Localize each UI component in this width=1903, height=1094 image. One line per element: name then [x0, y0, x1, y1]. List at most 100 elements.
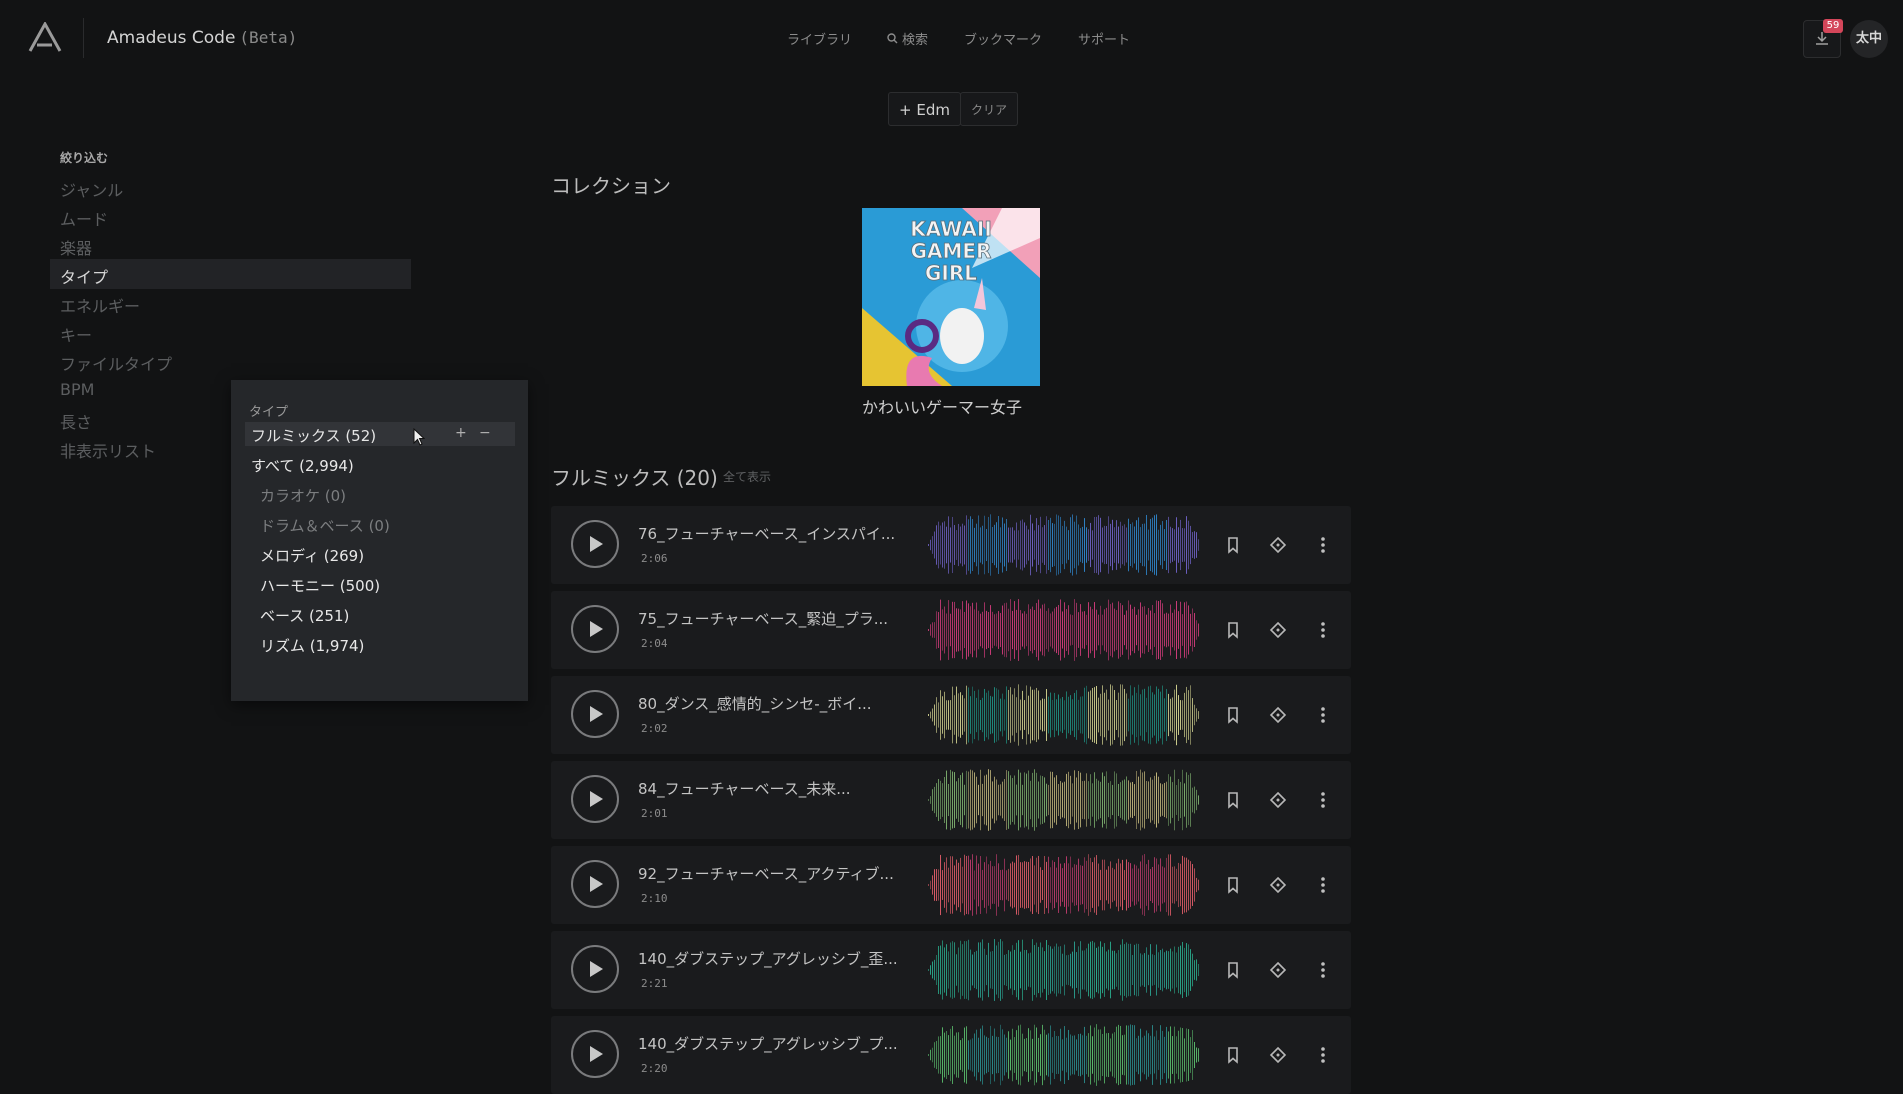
clear-filters-button[interactable]: クリア: [960, 92, 1019, 126]
track-title[interactable]: 80_ダンス_感情的_シンセ-_ボイ...: [638, 693, 872, 714]
more-vertical-icon: [1321, 537, 1325, 553]
bookmark-button[interactable]: [1222, 1044, 1244, 1066]
more-vertical-icon: [1321, 792, 1325, 808]
nav-library[interactable]: ライブラリ: [787, 29, 852, 48]
more-options-button[interactable]: [1312, 789, 1334, 811]
more-vertical-icon: [1321, 962, 1325, 978]
track-duration: 2:10: [641, 892, 668, 905]
track-duration: 2:02: [641, 722, 668, 735]
play-button[interactable]: [571, 605, 619, 653]
track-title[interactable]: 84_フューチャーベース_未来...: [638, 778, 851, 799]
collection-name[interactable]: かわいいゲーマー女子: [862, 394, 1022, 418]
active-filter-chip[interactable]: + Edm: [888, 92, 961, 126]
similar-tracks-button[interactable]: [1267, 619, 1289, 641]
filter-heading: 絞り込む: [60, 151, 109, 165]
track-row[interactable]: 84_フューチャーベース_未来... 2:01: [551, 761, 1351, 839]
waveform[interactable]: [928, 514, 1200, 576]
popup-selected-option[interactable]: フルミックス (52): [251, 425, 376, 446]
waveform[interactable]: [928, 939, 1200, 1001]
bookmark-button[interactable]: [1222, 789, 1244, 811]
more-options-button[interactable]: [1312, 619, 1334, 641]
bookmark-button[interactable]: [1222, 959, 1244, 981]
more-options-button[interactable]: [1312, 1044, 1334, 1066]
diamond-icon: [1269, 706, 1287, 724]
track-row[interactable]: 140_ダブステップ_アグレッシブ_プ... 2:20: [551, 1016, 1351, 1094]
track-row[interactable]: 75_フューチャーベース_緊迫_プラ... 2:04: [551, 591, 1351, 669]
play-button[interactable]: [571, 945, 619, 993]
bookmark-button[interactable]: [1222, 874, 1244, 896]
play-button[interactable]: [571, 520, 619, 568]
more-options-button[interactable]: [1312, 534, 1334, 556]
sidebar-item-type[interactable]: タイプ: [60, 264, 108, 288]
track-row[interactable]: 80_ダンス_感情的_シンセ-_ボイ... 2:02: [551, 676, 1351, 754]
track-row[interactable]: 140_ダブステップ_アグレッシブ_歪... 2:21: [551, 931, 1351, 1009]
bookmark-button[interactable]: [1222, 704, 1244, 726]
more-options-button[interactable]: [1312, 959, 1334, 981]
popup-option-all[interactable]: すべて (2,994): [251, 455, 354, 476]
sidebar-item-instrument[interactable]: 楽器: [60, 235, 92, 259]
track-row[interactable]: 76_フューチャーベース_インスパイ... 2:06: [551, 506, 1351, 584]
play-button[interactable]: [571, 1030, 619, 1078]
play-button[interactable]: [571, 860, 619, 908]
sidebar-item-bpm[interactable]: BPM: [60, 380, 94, 399]
popup-option-karaoke[interactable]: カラオケ (0): [260, 485, 346, 506]
similar-tracks-button[interactable]: [1267, 959, 1289, 981]
more-options-button[interactable]: [1312, 874, 1334, 896]
waveform[interactable]: [928, 684, 1200, 746]
track-row[interactable]: 92_フューチャーベース_アクティブ... 2:10: [551, 846, 1351, 924]
more-options-button[interactable]: [1312, 704, 1334, 726]
similar-tracks-button[interactable]: [1267, 1044, 1289, 1066]
nav-support[interactable]: サポート: [1078, 29, 1130, 48]
sidebar-item-key[interactable]: キー: [60, 322, 92, 346]
popup-option-harmony[interactable]: ハーモニー (500): [260, 575, 380, 596]
waveform[interactable]: [928, 769, 1200, 831]
track-title[interactable]: 76_フューチャーベース_インスパイ...: [638, 523, 895, 544]
play-button[interactable]: [571, 690, 619, 738]
track-title[interactable]: 92_フューチャーベース_アクティブ...: [638, 863, 894, 884]
sidebar-item-genre[interactable]: ジャンル: [60, 177, 123, 201]
popup-option-melody[interactable]: メロディ (269): [260, 545, 364, 566]
svg-text:GAMER: GAMER: [911, 239, 992, 263]
more-vertical-icon: [1321, 877, 1325, 893]
bookmark-button[interactable]: [1222, 534, 1244, 556]
app-name: Amadeus Code: [107, 28, 236, 48]
avatar[interactable]: 太中: [1850, 20, 1888, 58]
collection-card-art[interactable]: KAWAII GAMER GIRL: [862, 208, 1040, 386]
popup-option-rhythm[interactable]: リズム (1,974): [260, 635, 364, 656]
play-button[interactable]: [571, 775, 619, 823]
bookmark-icon: [1228, 792, 1238, 809]
similar-tracks-button[interactable]: [1267, 704, 1289, 726]
bookmark-icon: [1228, 877, 1238, 894]
nav-bookmarks[interactable]: ブックマーク: [964, 29, 1042, 48]
bookmark-icon: [1228, 962, 1238, 979]
popup-include-button[interactable]: +: [455, 425, 467, 441]
similar-tracks-button[interactable]: [1267, 534, 1289, 556]
bookmark-button[interactable]: [1222, 619, 1244, 641]
nav-search[interactable]: 検索: [887, 29, 928, 48]
sidebar-item-mood[interactable]: ムード: [60, 206, 108, 230]
sidebar-item-energy[interactable]: エネルギー: [60, 293, 140, 317]
similar-tracks-button[interactable]: [1267, 874, 1289, 896]
sidebar-item-filetype[interactable]: ファイルタイプ: [60, 351, 172, 375]
mouse-cursor-icon: [413, 427, 426, 450]
waveform[interactable]: [928, 1024, 1200, 1086]
popup-option-bass[interactable]: ベース (251): [260, 605, 349, 626]
collection-artwork: KAWAII GAMER GIRL: [862, 208, 1040, 386]
track-duration: 2:21: [641, 977, 668, 990]
popup-exclude-button[interactable]: −: [479, 425, 491, 441]
logo[interactable]: [28, 20, 62, 52]
track-title[interactable]: 140_ダブステップ_アグレッシブ_プ...: [638, 1033, 898, 1054]
beta-label: (Beta): [239, 28, 298, 47]
play-icon: [590, 791, 603, 807]
track-title[interactable]: 140_ダブステップ_アグレッシブ_歪...: [638, 948, 898, 969]
waveform[interactable]: [928, 854, 1200, 916]
track-title[interactable]: 75_フューチャーベース_緊迫_プラ...: [638, 608, 888, 629]
sidebar-item-hidden-list[interactable]: 非表示リスト: [60, 438, 156, 462]
bookmark-icon: [1228, 707, 1238, 724]
view-all-link[interactable]: 全て表示: [723, 468, 771, 485]
sidebar-item-length[interactable]: 長さ: [60, 409, 92, 433]
popup-option-drum-bass[interactable]: ドラム＆ベース (0): [260, 515, 390, 536]
header-divider: [83, 18, 84, 58]
similar-tracks-button[interactable]: [1267, 789, 1289, 811]
waveform[interactable]: [928, 599, 1200, 661]
